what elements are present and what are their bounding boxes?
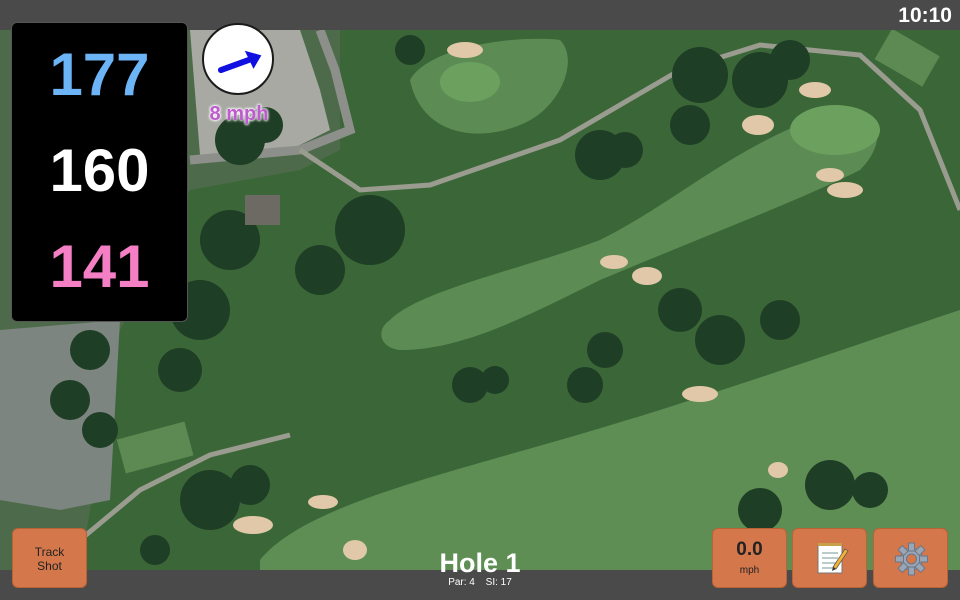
- notes-button[interactable]: [792, 528, 867, 588]
- distance-panel: 177 160 141: [11, 22, 188, 322]
- wind-arrow-icon: [217, 50, 262, 74]
- hole-title: Hole 1: [439, 548, 521, 578]
- back-distance: 177: [49, 41, 150, 108]
- hole-stroke-index: SI: 17: [485, 577, 512, 588]
- hole-par: Par: 4: [448, 577, 475, 588]
- track-shot-button[interactable]: Track Shot: [12, 528, 87, 588]
- settings-button[interactable]: [873, 528, 948, 588]
- wind-indicator: [202, 23, 274, 95]
- front-distance: 141: [49, 233, 150, 300]
- notepad-icon: [817, 543, 849, 574]
- clock: 10:10: [898, 4, 952, 27]
- hole-info: Par: 4 SI: 17: [380, 577, 580, 588]
- wind-speed: 8 mph: [209, 103, 269, 125]
- middle-distance: 160: [49, 137, 150, 204]
- speed-unit: mph: [739, 565, 760, 576]
- gear-icon: [895, 542, 928, 576]
- track-shot-label: Track Shot: [34, 545, 65, 573]
- speed-value: 0.0: [736, 539, 763, 560]
- speed-button[interactable]: 0.0 mph: [712, 528, 787, 588]
